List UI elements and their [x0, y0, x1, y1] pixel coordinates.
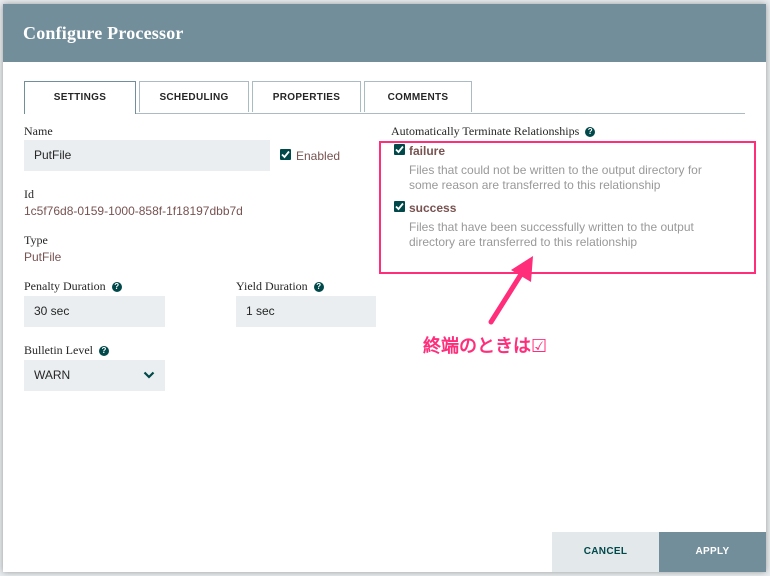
annotation-highlight-box — [379, 141, 756, 274]
chevron-down-icon — [143, 371, 155, 379]
apply-button[interactable]: APPLY — [659, 532, 766, 572]
tab-properties[interactable]: PROPERTIES — [252, 81, 361, 112]
cancel-button[interactable]: CANCEL — [552, 532, 659, 572]
type-value: PutFile — [24, 250, 62, 264]
help-circle-icon[interactable]: ? — [313, 282, 324, 293]
id-label: Id — [24, 187, 34, 201]
dialog-footer: CANCEL APPLY — [3, 532, 766, 572]
dialog-header: Configure Processor — [3, 4, 766, 62]
yield-duration-label: Yield Duration? — [236, 279, 324, 294]
configure-processor-dialog: Configure Processor SETTINGS SCHEDULING … — [3, 4, 766, 572]
name-input[interactable]: PutFile — [24, 140, 270, 171]
type-label: Type — [24, 233, 48, 247]
tab-bar: SETTINGS SCHEDULING PROPERTIES COMMENTS — [24, 81, 745, 114]
yield-duration-input[interactable]: 1 sec — [236, 296, 376, 327]
annotation-text: 終端のときは☑ — [423, 336, 548, 357]
auto-terminate-text: Automatically Terminate Relationships — [391, 124, 580, 138]
help-circle-icon[interactable]: ? — [111, 282, 122, 293]
penalty-duration-text: Penalty Duration — [24, 279, 106, 293]
bulletin-level-value: WARN — [34, 368, 71, 382]
help-circle-icon[interactable]: ? — [98, 346, 109, 357]
penalty-duration-input[interactable]: 30 sec — [24, 296, 165, 327]
help-circle-icon[interactable]: ? — [585, 127, 596, 138]
enabled-checkbox[interactable] — [280, 149, 291, 160]
auto-terminate-label: Automatically Terminate Relationships? — [391, 124, 596, 139]
bulletin-level-text: Bulletin Level — [24, 343, 93, 357]
bulletin-level-select[interactable]: WARN — [24, 360, 165, 391]
tab-comments[interactable]: COMMENTS — [364, 81, 472, 112]
tab-scheduling[interactable]: SCHEDULING — [139, 81, 249, 112]
enabled-label[interactable]: Enabled — [296, 149, 340, 163]
penalty-duration-label: Penalty Duration? — [24, 279, 122, 294]
annotation-arrow-icon — [488, 256, 533, 325]
dialog-title: Configure Processor — [23, 23, 184, 43]
bulletin-level-label: Bulletin Level? — [24, 343, 109, 358]
yield-duration-text: Yield Duration — [236, 279, 308, 293]
check-icon — [281, 150, 290, 159]
tab-settings[interactable]: SETTINGS — [24, 81, 136, 114]
id-value: 1c5f76d8-0159-1000-858f-1f18197dbb7d — [24, 204, 243, 218]
name-label: Name — [24, 124, 53, 138]
